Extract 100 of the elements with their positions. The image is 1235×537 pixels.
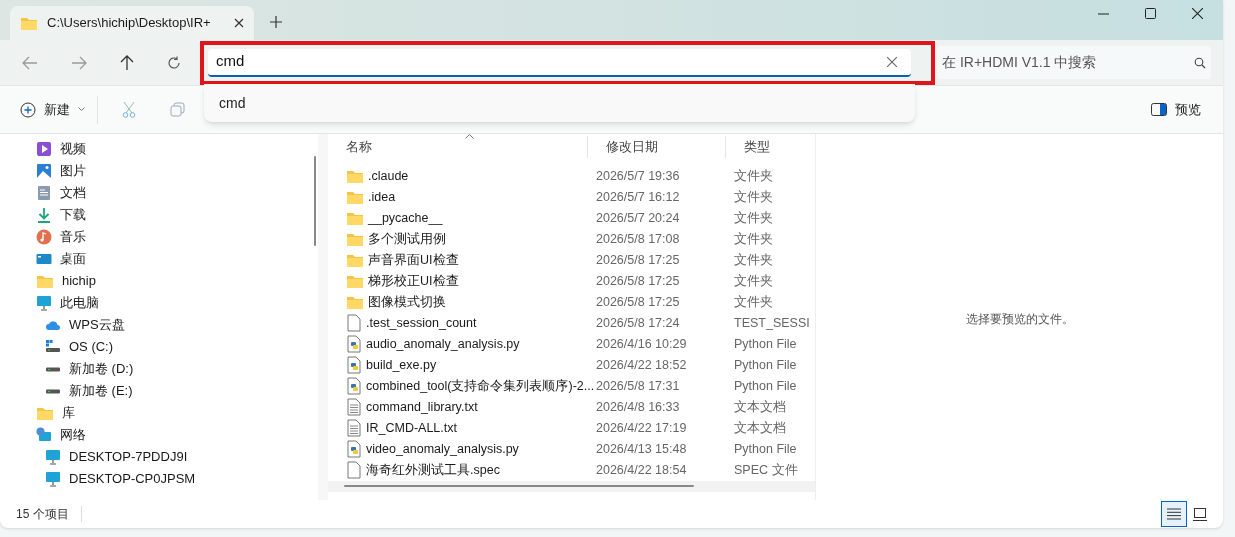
details-view-button[interactable] xyxy=(1161,501,1187,527)
date-cell-text: 2026/4/8 16:33 xyxy=(596,398,681,416)
sidebar-item[interactable]: hichip xyxy=(0,270,318,292)
file-name: combined_tool(支持命令集列表顺序)-2... xyxy=(366,377,595,395)
sidebar-item[interactable]: 音乐 xyxy=(0,226,318,248)
date-cell-text: 2026/4/13 15:48 xyxy=(596,440,688,458)
text-file-icon xyxy=(346,419,362,437)
maximize-icon[interactable] xyxy=(1145,8,1156,19)
text-file-icon xyxy=(346,398,362,416)
preview-pane-icon xyxy=(1151,103,1167,116)
file-row[interactable]: 声音界面UI检查 2026/5/8 17:25 文件夹 xyxy=(328,249,815,271)
forward-icon[interactable] xyxy=(71,55,87,70)
plus-circle-icon xyxy=(20,101,36,118)
list-icon xyxy=(1167,508,1181,520)
python-file-icon xyxy=(346,335,362,353)
address-field[interactable]: cmd xyxy=(208,48,911,77)
column-header[interactable]: 类型 xyxy=(725,136,815,158)
sidebar-item[interactable]: 此电脑 xyxy=(0,292,318,314)
folder-icon xyxy=(346,252,364,268)
search-icon[interactable] xyxy=(1194,56,1206,69)
scrollbar-thumb[interactable] xyxy=(314,156,316,246)
date-cell-text: 2026/5/8 17:08 xyxy=(596,230,681,248)
sidebar-item[interactable]: 库 xyxy=(0,402,318,424)
close-icon[interactable] xyxy=(234,18,244,28)
tab[interactable]: C:\Users\hichip\Desktop\IR+ xyxy=(10,6,254,40)
sidebar-item[interactable]: WPS云盘 xyxy=(0,314,318,336)
python-file-icon xyxy=(346,440,362,458)
type-cell-text: Python File xyxy=(734,377,797,395)
date-cell-text: 2026/5/7 20:24 xyxy=(596,209,681,227)
sidebar-item[interactable]: 下载 xyxy=(0,204,318,226)
folder-icon xyxy=(36,405,54,421)
file-row[interactable]: .test_session_count 2026/5/8 17:24 TEST_SESSI xyxy=(328,312,815,334)
date-cell-text: 2026/5/8 17:24 xyxy=(596,314,681,332)
file-row[interactable]: 多个测试用例 2026/5/8 17:08 文件夹 xyxy=(328,228,815,250)
clear-icon[interactable] xyxy=(887,56,897,67)
tiles-icon xyxy=(1193,507,1207,521)
type-cell-text: 文件夹 xyxy=(734,209,773,227)
sidebar-item[interactable]: DESKTOP-CP0JPSM xyxy=(0,468,318,490)
type-cell-text: 文件夹 xyxy=(734,188,773,206)
file-row[interactable]: IR_CMD-ALL.txt 2026/4/22 17:19 文本文档 xyxy=(328,417,815,439)
sidebar-item[interactable]: DESKTOP-7PDDJ9I xyxy=(0,446,318,468)
computer-icon xyxy=(45,471,61,487)
file-row[interactable]: .idea 2026/5/7 16:12 文件夹 xyxy=(328,186,815,208)
date-cell-text: 2026/5/7 16:12 xyxy=(596,188,681,206)
back-icon[interactable] xyxy=(22,55,38,70)
plus-icon[interactable] xyxy=(270,16,282,28)
type-cell-text: 文件夹 xyxy=(734,272,773,290)
file-row[interactable]: __pycache__ 2026/5/7 20:24 文件夹 xyxy=(328,207,815,229)
caret-icon xyxy=(78,107,85,112)
sidebar-item[interactable]: 图片 xyxy=(0,160,318,182)
file-row[interactable]: combined_tool(支持命令集列表顺序)-2...2026/5/8 17:31 Python File xyxy=(328,375,815,397)
sidebar-item[interactable]: 视频 xyxy=(0,138,318,160)
document-icon xyxy=(36,185,52,201)
type-cell-text: 文件夹 xyxy=(734,293,773,311)
sidebar-item[interactable]: 桌面 xyxy=(0,248,318,270)
drive-icon xyxy=(45,366,61,372)
date-cell-text: 2026/5/8 17:25 xyxy=(596,272,681,290)
file-row[interactable]: build_exe.py 2026/4/22 18:52 Python File xyxy=(328,354,815,376)
file-row[interactable]: .claude 2026/5/7 19:36 文件夹 xyxy=(328,165,815,187)
up-icon[interactable] xyxy=(120,54,134,71)
column-header[interactable]: 修改日期 xyxy=(587,136,725,158)
folder-icon xyxy=(346,168,364,184)
preview-button[interactable]: 预览 xyxy=(1151,99,1201,120)
date-cell-text: 2026/5/8 17:25 xyxy=(596,293,681,311)
preview-message: 选择要预览的文件。 xyxy=(965,311,1074,328)
file-name: audio_anomaly_analysis.py xyxy=(366,335,520,353)
column-header[interactable]: 名称 xyxy=(328,136,587,158)
folder-icon xyxy=(20,15,38,31)
file-row[interactable]: 海奇红外测试工具.spec 2026/4/22 18:54 SPEC 文件 xyxy=(328,459,815,481)
sidebar-item[interactable]: OS (C:) xyxy=(0,336,318,358)
type-cell-text: Python File xyxy=(734,356,797,374)
new-button[interactable]: 新建 xyxy=(20,99,85,120)
network-icon xyxy=(36,427,52,443)
scrollbar-thumb[interactable] xyxy=(344,485,694,488)
type-cell-text: SPEC 文件 xyxy=(734,461,798,479)
sidebar-item[interactable]: 网络 xyxy=(0,424,318,446)
video-icon xyxy=(36,141,52,157)
sidebar-item[interactable]: 文档 xyxy=(0,182,318,204)
file-row[interactable]: audio_anomaly_analysis.py 2026/4/16 10:29 Python File xyxy=(328,333,815,355)
image-icon xyxy=(36,163,52,179)
date-cell-text: 2026/5/7 19:36 xyxy=(596,167,681,185)
file-row[interactable]: command_library.txt 2026/4/8 16:33 文本文档 xyxy=(328,396,815,418)
file-row[interactable]: 梯形校正UI检查 2026/5/8 17:25 文件夹 xyxy=(328,270,815,292)
desktop-icon xyxy=(36,251,52,267)
file-name: 海奇红外测试工具.spec xyxy=(366,461,500,479)
file-row[interactable]: 图像模式切换 2026/5/8 17:25 文件夹 xyxy=(328,291,815,313)
refresh-icon[interactable] xyxy=(167,55,181,70)
file-row[interactable]: video_anomaly_analysis.py 2026/4/13 15:48 Python File xyxy=(328,438,815,460)
suggestion-item[interactable]: cmd xyxy=(204,92,246,114)
search-field[interactable]: 在 IR+HDMI V1.1 中搜索 xyxy=(937,46,1211,79)
computer-icon xyxy=(45,449,61,465)
sidebar-item[interactable]: 新加卷 (D:) xyxy=(0,358,318,380)
python-file-icon xyxy=(346,377,362,395)
computer-icon xyxy=(36,295,52,311)
file-icon xyxy=(346,314,362,332)
close-icon[interactable] xyxy=(1192,8,1203,19)
folder-icon xyxy=(36,273,54,289)
sidebar-item[interactable]: 新加卷 (E:) xyxy=(0,380,318,402)
file-name: .idea xyxy=(368,188,396,206)
file-name: 声音界面UI检查 xyxy=(368,251,459,269)
